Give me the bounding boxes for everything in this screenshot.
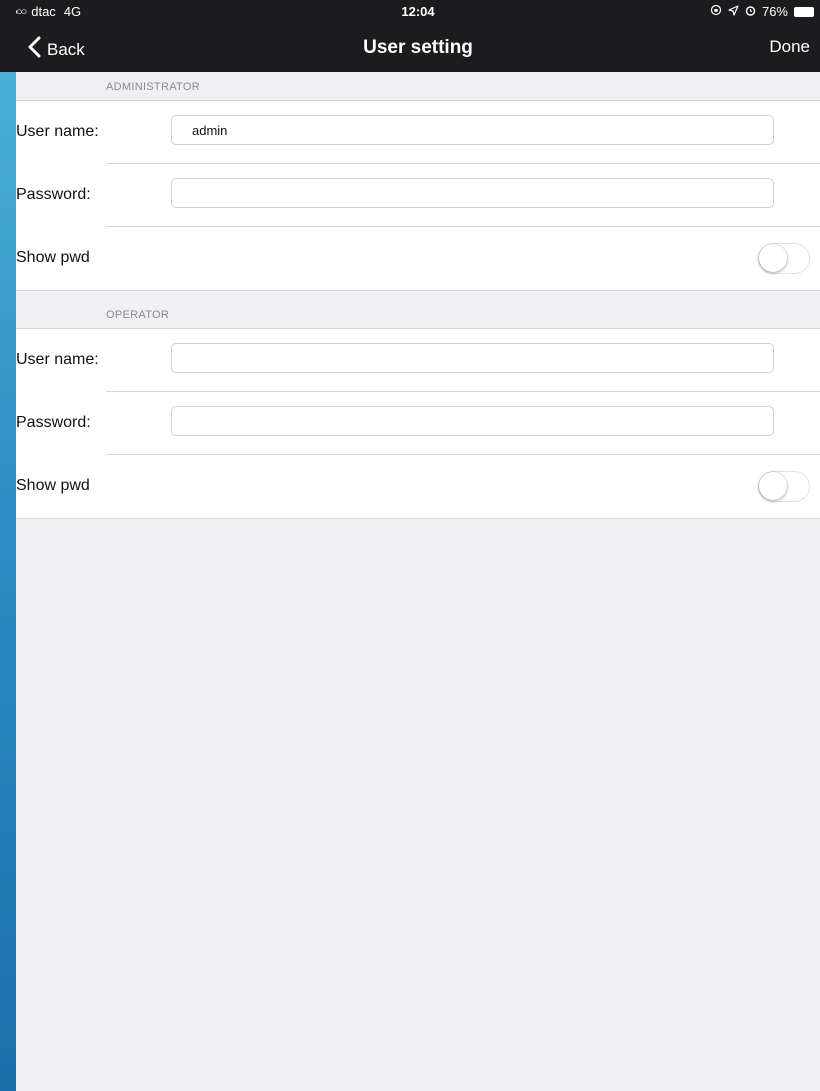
battery-percent: 76% <box>761 4 788 19</box>
toggle-knob <box>759 244 787 272</box>
section-header-operator: OPERATOR <box>16 300 820 329</box>
alarm-icon <box>745 4 756 19</box>
operator-username-label: User name: <box>16 351 99 368</box>
operator-show-pwd-label: Show pwd <box>16 477 90 494</box>
operator-password-label: Password: <box>16 414 91 431</box>
section-title: OPERATOR <box>106 309 170 321</box>
status-time: 12:04 <box>401 4 435 19</box>
toggle-knob <box>759 472 787 500</box>
operator-password-input[interactable] <box>171 406 774 436</box>
admin-show-pwd-toggle[interactable] <box>758 243 810 274</box>
operator-show-pwd-row: Show pwd <box>16 455 820 518</box>
admin-password-row: Password: <box>16 164 820 227</box>
section-header-administrator: ADMINISTRATOR <box>16 72 820 101</box>
operator-username-input[interactable] <box>171 343 774 373</box>
battery-icon <box>794 6 814 17</box>
admin-password-label: Password: <box>16 186 91 203</box>
admin-show-pwd-label: Show pwd <box>16 249 90 266</box>
operator-username-row: User name: <box>16 329 820 392</box>
administrator-group: User name: Password: Show pwd <box>16 101 820 291</box>
operator-group: User name: Password: Show pwd <box>16 329 820 519</box>
admin-show-pwd-row: Show pwd <box>16 227 820 290</box>
admin-username-row: User name: <box>16 101 820 164</box>
section-title: ADMINISTRATOR <box>106 81 200 93</box>
operator-show-pwd-toggle[interactable] <box>758 471 810 502</box>
admin-username-label: User name: <box>16 123 99 140</box>
admin-username-input[interactable] <box>171 115 774 145</box>
location-arrow-icon <box>728 4 739 19</box>
navigation-bar: Back User setting Done <box>16 24 820 72</box>
status-indicators: 76% <box>710 4 814 19</box>
admin-password-input[interactable] <box>171 178 774 208</box>
left-edge-strip <box>0 0 16 72</box>
operator-password-row: Password: <box>16 392 820 455</box>
status-bar: ●●●○○ dtac 4G 12:04 76% <box>16 0 820 24</box>
page-title: User setting <box>363 37 473 58</box>
app-screen: ●●●○○ dtac 4G 12:04 76% Back User set <box>16 0 820 1091</box>
done-button[interactable]: Done <box>769 37 810 57</box>
lock-rotation-icon <box>710 4 722 19</box>
